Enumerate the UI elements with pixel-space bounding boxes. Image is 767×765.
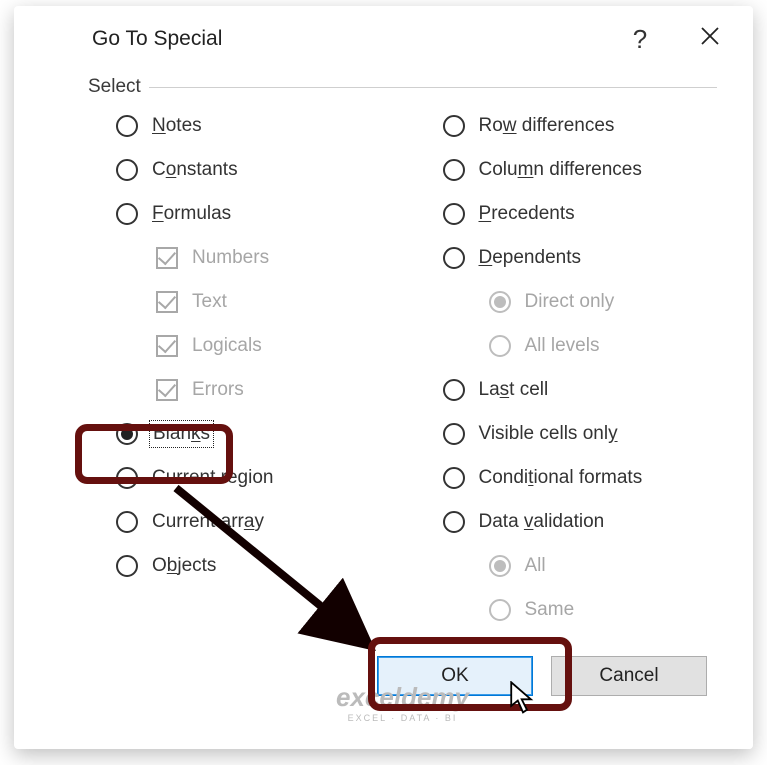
option-label: Column differences: [479, 159, 642, 181]
option-label: Row differences: [479, 115, 615, 137]
radio-icon: [489, 335, 511, 357]
radio-icon: [443, 203, 465, 225]
radio-icon: [116, 115, 138, 137]
radio-icon: [489, 555, 511, 577]
checkbox-icon: [156, 247, 178, 269]
option-notes[interactable]: Notes: [88, 104, 391, 148]
radio-icon: [116, 467, 138, 489]
option-blanks[interactable]: Blanks: [88, 412, 391, 456]
option-label: Formulas: [152, 203, 231, 225]
option-label: Direct only: [525, 291, 615, 313]
radio-icon: [443, 247, 465, 269]
option-formulas[interactable]: Formulas: [88, 192, 391, 236]
option-label: Objects: [152, 555, 216, 577]
cancel-button[interactable]: Cancel: [551, 656, 707, 696]
option-conditional-formats[interactable]: Conditional formats: [415, 456, 718, 500]
suboption-direct-only: Direct only: [415, 280, 718, 324]
option-label: Errors: [192, 379, 244, 401]
help-icon: ?: [633, 24, 647, 55]
option-label: Text: [192, 291, 227, 313]
option-column-differences[interactable]: Column differences: [415, 148, 718, 192]
checkbox-icon: [156, 335, 178, 357]
option-current-array[interactable]: Current array: [88, 500, 391, 544]
option-label: Conditional formats: [479, 467, 643, 489]
option-label: Logicals: [192, 335, 262, 357]
suboption-same: Same: [415, 588, 718, 632]
option-label: Precedents: [479, 203, 575, 225]
radio-icon: [443, 423, 465, 445]
option-label: Numbers: [192, 247, 269, 269]
checkbox-icon: [156, 291, 178, 313]
option-visible-cells[interactable]: Visible cells only: [415, 412, 718, 456]
option-label: Same: [525, 599, 575, 621]
option-dependents[interactable]: Dependents: [415, 236, 718, 280]
option-label: Constants: [152, 159, 238, 181]
option-label: Last cell: [479, 379, 549, 401]
left-column: Notes Constants Formulas Numbers: [88, 104, 391, 632]
go-to-special-dialog: Go To Special ? Select Notes: [52, 8, 753, 749]
dialog-title: Go To Special: [92, 27, 605, 51]
option-label: Notes: [152, 115, 202, 137]
suboption-all: All: [415, 544, 718, 588]
option-label: All: [525, 555, 546, 577]
suboption-numbers: Numbers: [88, 236, 391, 280]
radio-icon: [116, 555, 138, 577]
option-constants[interactable]: Constants: [88, 148, 391, 192]
suboption-text: Text: [88, 280, 391, 324]
option-label: Current region: [152, 467, 273, 489]
option-last-cell[interactable]: Last cell: [415, 368, 718, 412]
radio-icon: [116, 159, 138, 181]
suboption-logicals: Logicals: [88, 324, 391, 368]
close-icon: [700, 26, 720, 52]
button-row: OK Cancel: [88, 632, 717, 706]
option-label: Current array: [152, 511, 264, 533]
option-label: Blanks: [152, 423, 211, 445]
checkbox-icon: [156, 379, 178, 401]
radio-icon: [116, 423, 138, 445]
option-objects[interactable]: Objects: [88, 544, 391, 588]
help-button[interactable]: ?: [605, 13, 675, 65]
option-data-validation[interactable]: Data validation: [415, 500, 718, 544]
right-column: Row differences Column differences Prece…: [415, 104, 718, 632]
radio-icon: [489, 599, 511, 621]
radio-icon: [116, 203, 138, 225]
group-divider: [88, 87, 717, 88]
radio-icon: [443, 159, 465, 181]
radio-icon: [443, 467, 465, 489]
radio-icon: [443, 115, 465, 137]
option-label: Visible cells only: [479, 423, 618, 445]
option-label: All levels: [525, 335, 600, 357]
option-current-region[interactable]: Current region: [88, 456, 391, 500]
suboption-all-levels: All levels: [415, 324, 718, 368]
option-label: Data validation: [479, 511, 605, 533]
radio-icon: [489, 291, 511, 313]
ok-button[interactable]: OK: [377, 656, 533, 696]
option-row-differences[interactable]: Row differences: [415, 104, 718, 148]
radio-icon: [443, 379, 465, 401]
option-precedents[interactable]: Precedents: [415, 192, 718, 236]
radio-icon: [443, 511, 465, 533]
close-button[interactable]: [675, 13, 745, 65]
radio-icon: [116, 511, 138, 533]
group-label: Select: [88, 76, 149, 98]
titlebar: Go To Special ?: [52, 8, 753, 70]
option-label: Dependents: [479, 247, 581, 269]
suboption-errors: Errors: [88, 368, 391, 412]
